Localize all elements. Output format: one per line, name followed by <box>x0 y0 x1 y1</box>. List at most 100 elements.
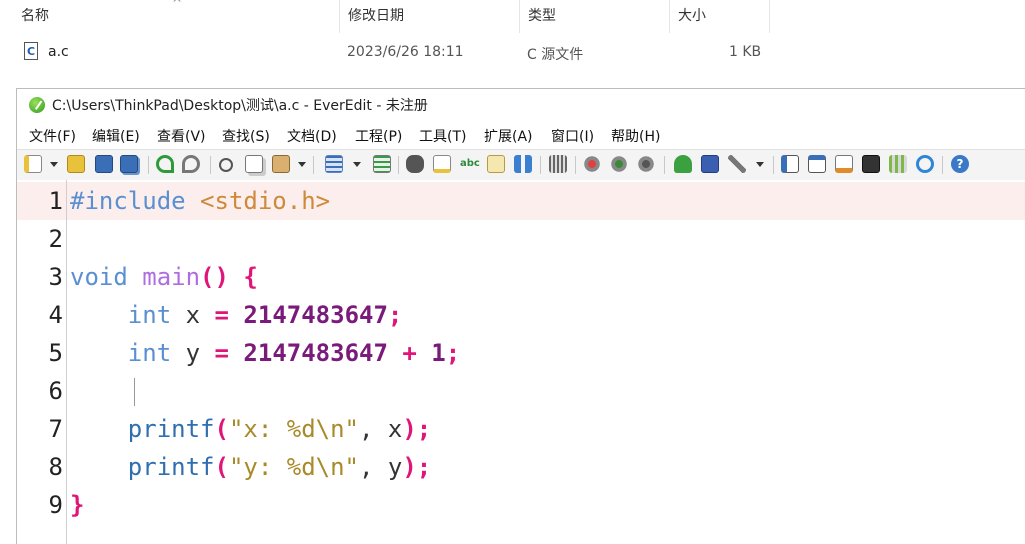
menu-search[interactable]: 查找(S) <box>222 126 270 146</box>
code-text: printf("y: %d\n", y); <box>70 448 431 486</box>
find-icon[interactable] <box>406 155 424 173</box>
line-number: 6 <box>48 377 63 405</box>
cut-icon[interactable] <box>219 158 233 172</box>
copy-icon[interactable] <box>245 155 263 173</box>
menu-view[interactable]: 查看(V) <box>157 126 206 146</box>
title-bar[interactable]: C:\Users\ThinkPad\Desktop\测试\a.c - EverE… <box>17 89 1025 119</box>
line-number: 8 <box>48 453 63 481</box>
code-line[interactable]: 6 <box>17 372 1025 410</box>
document-icon[interactable] <box>835 155 853 173</box>
code-token: ); <box>402 415 432 443</box>
menu-project[interactable]: 工程(P) <box>355 126 402 146</box>
save-icon[interactable] <box>95 155 113 173</box>
column-header-type[interactable]: 类型 <box>520 0 670 33</box>
tools-icon[interactable] <box>728 155 746 173</box>
clip-icon[interactable] <box>889 155 907 173</box>
gutter-divider <box>66 180 67 544</box>
code-line[interactable]: 5 int y = 2147483647 + 1; <box>17 334 1025 372</box>
wrap-icon[interactable] <box>325 155 343 173</box>
menu-help[interactable]: 帮助(H) <box>611 126 660 146</box>
menu-tools[interactable]: 工具(T) <box>419 126 466 146</box>
macro-stop-icon[interactable] <box>637 155 655 173</box>
find-in-files-icon[interactable] <box>487 155 505 173</box>
macro-play-icon[interactable] <box>610 155 628 173</box>
menu-window[interactable]: 窗口(I) <box>551 126 594 146</box>
code-line[interactable]: 2 <box>17 220 1025 258</box>
file-name: a.c <box>48 44 69 60</box>
file-explorer: 名称 ^ 修改日期 类型 大小 C a.c 2023/6/26 18:11 C … <box>0 0 1025 90</box>
code-line[interactable]: 1 #include <stdio.h> <box>17 182 1025 220</box>
code-token: y <box>185 339 201 367</box>
help-icon[interactable]: ? <box>951 155 969 173</box>
column-header-modified[interactable]: 修改日期 <box>340 0 520 33</box>
open-icon[interactable] <box>67 155 85 173</box>
code-token: ( <box>214 415 229 443</box>
everedit-logo-icon <box>29 97 45 113</box>
hex-icon[interactable] <box>373 155 391 173</box>
column-icon[interactable] <box>549 155 567 173</box>
code-line[interactable]: 9} <box>17 486 1025 524</box>
code-line[interactable]: 4 int x = 2147483647; <box>17 296 1025 334</box>
console-icon[interactable] <box>862 155 880 173</box>
spell-icon[interactable]: abc <box>460 155 480 173</box>
menu-file[interactable]: 文件(F) <box>29 126 76 146</box>
code-text: int y = 2147483647 + 1; <box>70 334 460 372</box>
macro-record-icon[interactable] <box>583 155 601 173</box>
menu-edit[interactable]: 编辑(E) <box>92 126 140 146</box>
code-token: { <box>243 263 258 291</box>
line-number: 7 <box>48 415 63 443</box>
menu-document[interactable]: 文档(D) <box>287 126 337 146</box>
code-text: printf("x: %d\n", x); <box>70 410 431 448</box>
code-line[interactable]: 8 printf("y: %d\n", y); <box>17 448 1025 486</box>
save-all-icon[interactable] <box>120 155 138 173</box>
code-token: = <box>214 339 229 367</box>
code-line[interactable]: 3 void main() { <box>17 258 1025 296</box>
column-header-size[interactable]: 大小 <box>670 0 770 33</box>
code-token: 2147483647 <box>243 339 388 367</box>
toolbar-separator <box>540 156 541 174</box>
tools-dropdown-icon[interactable] <box>756 162 764 167</box>
paste-icon[interactable] <box>272 155 290 173</box>
code-token: 2147483647 <box>243 301 388 329</box>
toolbar-separator <box>398 156 399 174</box>
code-editor[interactable]: 1 #include <stdio.h> 2 3 void main() {4 int … <box>17 180 1025 544</box>
structure-icon[interactable] <box>514 155 532 173</box>
text-cursor <box>134 378 135 406</box>
code-text: int x = 2147483647; <box>70 296 403 334</box>
toolbar-separator <box>575 156 576 174</box>
code-token: main <box>142 263 201 291</box>
code-token: , <box>359 453 388 481</box>
split-icon[interactable] <box>808 155 826 173</box>
plugin-icon[interactable] <box>674 155 692 173</box>
new-icon[interactable] <box>24 155 42 173</box>
file-row[interactable]: a.c 2023/6/26 18:11 C 源文件 1 KB <box>0 40 780 68</box>
toolbar-separator <box>210 156 211 174</box>
redo-icon[interactable] <box>182 155 200 173</box>
undo-icon[interactable] <box>156 155 174 173</box>
wrap-dropdown-icon[interactable] <box>353 162 361 167</box>
code-token: , <box>359 415 388 443</box>
code-token: printf <box>127 415 215 443</box>
code-token: ); <box>402 453 432 481</box>
replace-icon[interactable] <box>433 155 451 173</box>
column-header-size-label: 大小 <box>678 8 706 24</box>
toolbar-separator <box>773 156 774 174</box>
code-line[interactable]: 7 printf("x: %d\n", x); <box>17 410 1025 448</box>
code-token: "y: %d\n" <box>228 453 359 481</box>
line-number: 3 <box>48 263 63 291</box>
paste-dropdown-icon[interactable] <box>298 162 306 167</box>
outline-icon[interactable] <box>781 155 799 173</box>
everedit-window: C:\Users\ThinkPad\Desktop\测试\a.c - EverE… <box>16 88 1025 544</box>
code-token: <stdio.h> <box>200 187 331 215</box>
code-token: } <box>70 491 85 519</box>
menu-extensions[interactable]: 扩展(A) <box>484 126 533 146</box>
window-icon[interactable] <box>701 155 719 173</box>
new-dropdown-icon[interactable] <box>50 162 58 167</box>
browser-icon[interactable] <box>916 155 934 173</box>
